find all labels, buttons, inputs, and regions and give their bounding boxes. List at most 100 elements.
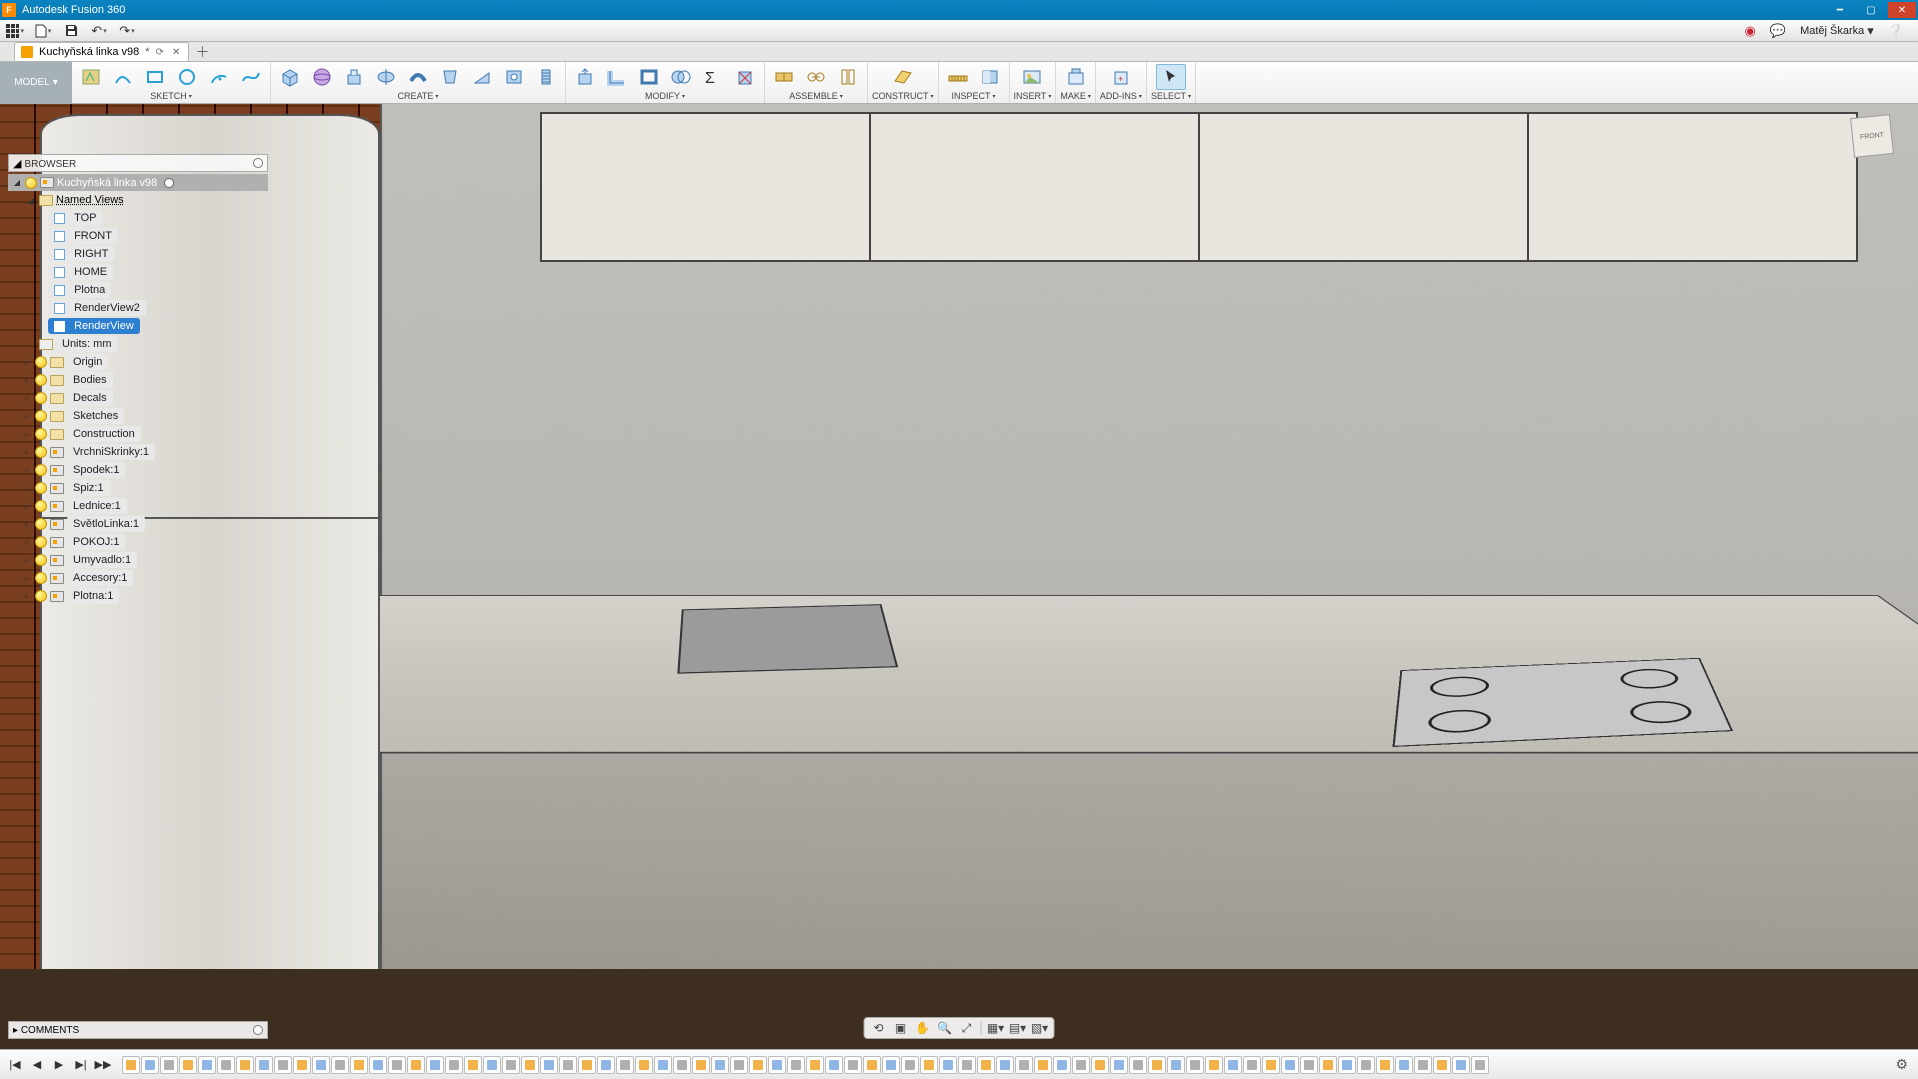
comments-panel-header[interactable]: ▸ COMMENTS [8,1021,268,1039]
display-settings-button[interactable]: ▦▾ [986,1019,1006,1037]
timeline-feature[interactable] [521,1056,539,1074]
redo-button[interactable]: ↷▾ [118,22,136,40]
hole-icon[interactable] [499,64,529,90]
timeline-feature[interactable] [559,1056,577,1074]
timeline-feature[interactable] [1414,1056,1432,1074]
timeline-start-button[interactable]: |◀ [6,1056,24,1074]
timeline-feature[interactable] [578,1056,596,1074]
timeline-feature[interactable] [806,1056,824,1074]
make-3dprint-icon[interactable] [1061,64,1091,90]
as-built-joint-icon[interactable] [833,64,863,90]
section-analysis-icon[interactable] [975,64,1005,90]
browser-item[interactable]: ▹POKOJ:1 [8,533,268,551]
view-cube[interactable]: FRONT [1846,110,1900,164]
timeline-feature[interactable] [160,1056,178,1074]
timeline-feature[interactable] [1452,1056,1470,1074]
new-component-icon[interactable] [769,64,799,90]
browser-item[interactable]: ▹Spiz:1 [8,479,268,497]
ribbon-label-construct[interactable]: CONSTRUCT▾ [872,91,934,101]
orbit-button[interactable]: ⟲ [869,1019,889,1037]
timeline-feature[interactable] [369,1056,387,1074]
line-icon[interactable] [108,64,138,90]
data-panel-button[interactable]: ▾ [6,22,24,40]
extrude-icon[interactable] [339,64,369,90]
timeline-feature[interactable] [1110,1056,1128,1074]
grid-settings-button[interactable]: ▤▾ [1008,1019,1028,1037]
timeline-settings-button[interactable]: ⚙ [1891,1056,1912,1073]
timeline-feature[interactable] [1281,1056,1299,1074]
document-tab[interactable]: Kuchyňská linka v98* ⟳ ✕ [14,42,189,61]
named-view-item[interactable]: Plotna [8,281,268,299]
timeline-feature[interactable] [825,1056,843,1074]
timeline-feature[interactable] [464,1056,482,1074]
timeline-feature[interactable] [255,1056,273,1074]
ribbon-label-assemble[interactable]: ASSEMBLE▾ [789,91,843,101]
viewports-button[interactable]: ▧▾ [1030,1019,1050,1037]
timeline-feature[interactable] [616,1056,634,1074]
timeline-feature[interactable] [293,1056,311,1074]
select-icon[interactable] [1156,64,1186,90]
document-recover-icon[interactable]: ⟳ [156,47,164,58]
construct-plane-icon[interactable] [888,64,918,90]
browser-item[interactable]: ▹Lednice:1 [8,497,268,515]
browser-item[interactable]: ▹Construction [8,425,268,443]
workspace-switcher[interactable]: MODEL ▾ [0,62,72,103]
parameters-icon[interactable]: Σ [698,64,728,90]
named-view-item[interactable]: RIGHT [8,245,268,263]
fillet-icon[interactable] [602,64,632,90]
job-status-icon[interactable]: 💬 [1770,23,1786,39]
timeline-step-back-button[interactable]: ◀ [28,1056,46,1074]
user-menu[interactable]: Matěj Škarka ▾ [1800,23,1874,39]
timeline-feature[interactable] [635,1056,653,1074]
timeline-feature[interactable] [217,1056,235,1074]
ribbon-label-inspect[interactable]: INSPECT▾ [952,91,996,101]
model-viewport[interactable]: FRONT ◢ BROWSER ◢ Kuchyňská linka v98 ◢ … [0,104,1918,1049]
help-button[interactable]: ❔ [1888,23,1904,39]
timeline-feature[interactable] [1053,1056,1071,1074]
sphere-icon[interactable] [307,64,337,90]
timeline-feature[interactable] [787,1056,805,1074]
timeline-feature[interactable] [1338,1056,1356,1074]
press-pull-icon[interactable] [570,64,600,90]
new-document-tab-button[interactable]: ＋ [193,43,211,61]
insert-decal-icon[interactable] [1017,64,1047,90]
timeline-feature[interactable] [407,1056,425,1074]
shell-icon[interactable] [634,64,664,90]
timeline-feature[interactable] [882,1056,900,1074]
timeline-feature[interactable] [1395,1056,1413,1074]
timeline-feature[interactable] [312,1056,330,1074]
timeline-feature[interactable] [1243,1056,1261,1074]
box-icon[interactable] [275,64,305,90]
timeline-feature[interactable] [274,1056,292,1074]
timeline-feature[interactable] [236,1056,254,1074]
timeline-feature[interactable] [673,1056,691,1074]
timeline-feature[interactable] [1471,1056,1489,1074]
timeline-feature[interactable] [350,1056,368,1074]
browser-item[interactable]: ▹Decals [8,389,268,407]
named-view-item[interactable]: RenderView [8,317,268,335]
rectangle-icon[interactable] [140,64,170,90]
timeline-feature[interactable] [730,1056,748,1074]
timeline-feature[interactable] [1357,1056,1375,1074]
timeline-feature[interactable] [1186,1056,1204,1074]
timeline-feature[interactable] [331,1056,349,1074]
timeline-feature[interactable] [996,1056,1014,1074]
timeline-feature[interactable] [502,1056,520,1074]
look-at-button[interactable]: ▣ [891,1019,911,1037]
activate-component-icon[interactable] [164,178,174,188]
undo-button[interactable]: ↶▾ [90,22,108,40]
timeline-feature[interactable] [1015,1056,1033,1074]
sweep-icon[interactable] [403,64,433,90]
timeline-feature[interactable] [863,1056,881,1074]
timeline-features[interactable] [116,1056,1887,1074]
browser-item[interactable]: ▹Umyvadlo:1 [8,551,268,569]
timeline-feature[interactable] [1205,1056,1223,1074]
timeline-feature[interactable] [654,1056,672,1074]
browser-item[interactable]: ▹Plotna:1 [8,587,268,605]
spline-icon[interactable] [236,64,266,90]
browser-panel-header[interactable]: ◢ BROWSER [8,154,268,172]
timeline-feature[interactable] [426,1056,444,1074]
timeline-feature[interactable] [1262,1056,1280,1074]
timeline-feature[interactable] [122,1056,140,1074]
joint-icon[interactable] [801,64,831,90]
